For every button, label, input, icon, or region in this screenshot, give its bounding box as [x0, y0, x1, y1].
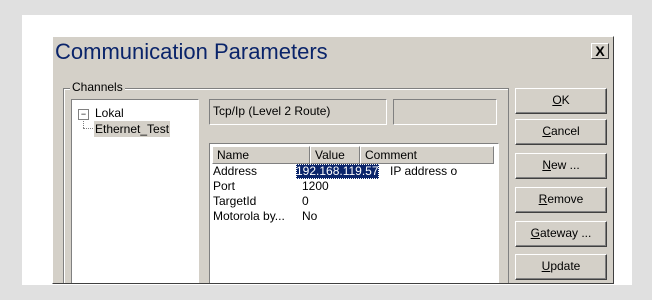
remove-label: emove: [547, 192, 584, 206]
cancel-button[interactable]: Cancel: [515, 119, 607, 145]
cancel-label: ancel: [550, 124, 580, 138]
ok-label: K: [561, 93, 570, 107]
tree-connector-line: [83, 119, 84, 128]
channels-tree[interactable]: − Lokal Ethernet_Test: [71, 99, 199, 283]
param-value-cell[interactable]: No: [302, 209, 317, 224]
tree-item-ethernet-test[interactable]: Ethernet_Test: [94, 121, 171, 137]
column-header-value[interactable]: Value: [310, 146, 360, 164]
new-label: ew ...: [550, 158, 580, 172]
param-name-cell[interactable]: TargetId: [213, 194, 303, 209]
update-accelerator: U: [541, 259, 551, 273]
param-name-cell[interactable]: Port: [213, 179, 303, 194]
close-icon: X: [595, 43, 605, 59]
close-button[interactable]: X: [591, 43, 609, 59]
gateway-accelerator: G: [530, 226, 540, 240]
param-comment-cell[interactable]: IP address o: [390, 164, 494, 179]
update-label: pdate: [550, 259, 581, 273]
ok-button[interactable]: OK: [515, 88, 607, 114]
param-value-cell[interactable]: 1200: [302, 179, 329, 194]
tree-connector-line: [83, 128, 93, 129]
column-header-name[interactable]: Name: [212, 146, 310, 164]
protocol-extra-field: [393, 99, 497, 125]
protocol-field: Tcp/Ip (Level 2 Route): [209, 99, 387, 125]
param-name-cell[interactable]: Address: [213, 164, 303, 179]
gateway-button[interactable]: Gateway ...: [515, 221, 607, 247]
gateway-label: ateway ...: [539, 226, 592, 240]
new-accelerator: N: [542, 158, 551, 172]
param-value-cell[interactable]: 0: [302, 194, 309, 209]
parameters-table[interactable]: Name Value Comment Address 192.168.119.5…: [209, 143, 499, 283]
remove-button[interactable]: Remove: [515, 187, 607, 213]
dialog-title: Communication Parameters: [55, 39, 328, 64]
title-bar[interactable]: Communication Parameters X: [53, 37, 613, 67]
tree-item-lokal[interactable]: Lokal: [95, 105, 124, 121]
param-name-cell[interactable]: Motorola by...: [213, 209, 301, 224]
param-value-cell-selected[interactable]: 192.168.119.57: [296, 164, 379, 179]
column-header-comment[interactable]: Comment: [360, 146, 494, 164]
new-button[interactable]: New ...: [515, 153, 607, 179]
channels-group-label: Channels: [70, 80, 125, 94]
cancel-accelerator: C: [542, 124, 551, 138]
ok-accelerator: O: [552, 93, 562, 107]
communication-parameters-dialog: Communication Parameters X Channels − Lo…: [52, 36, 614, 284]
update-button[interactable]: Update: [515, 254, 607, 280]
remove-accelerator: R: [538, 192, 548, 206]
